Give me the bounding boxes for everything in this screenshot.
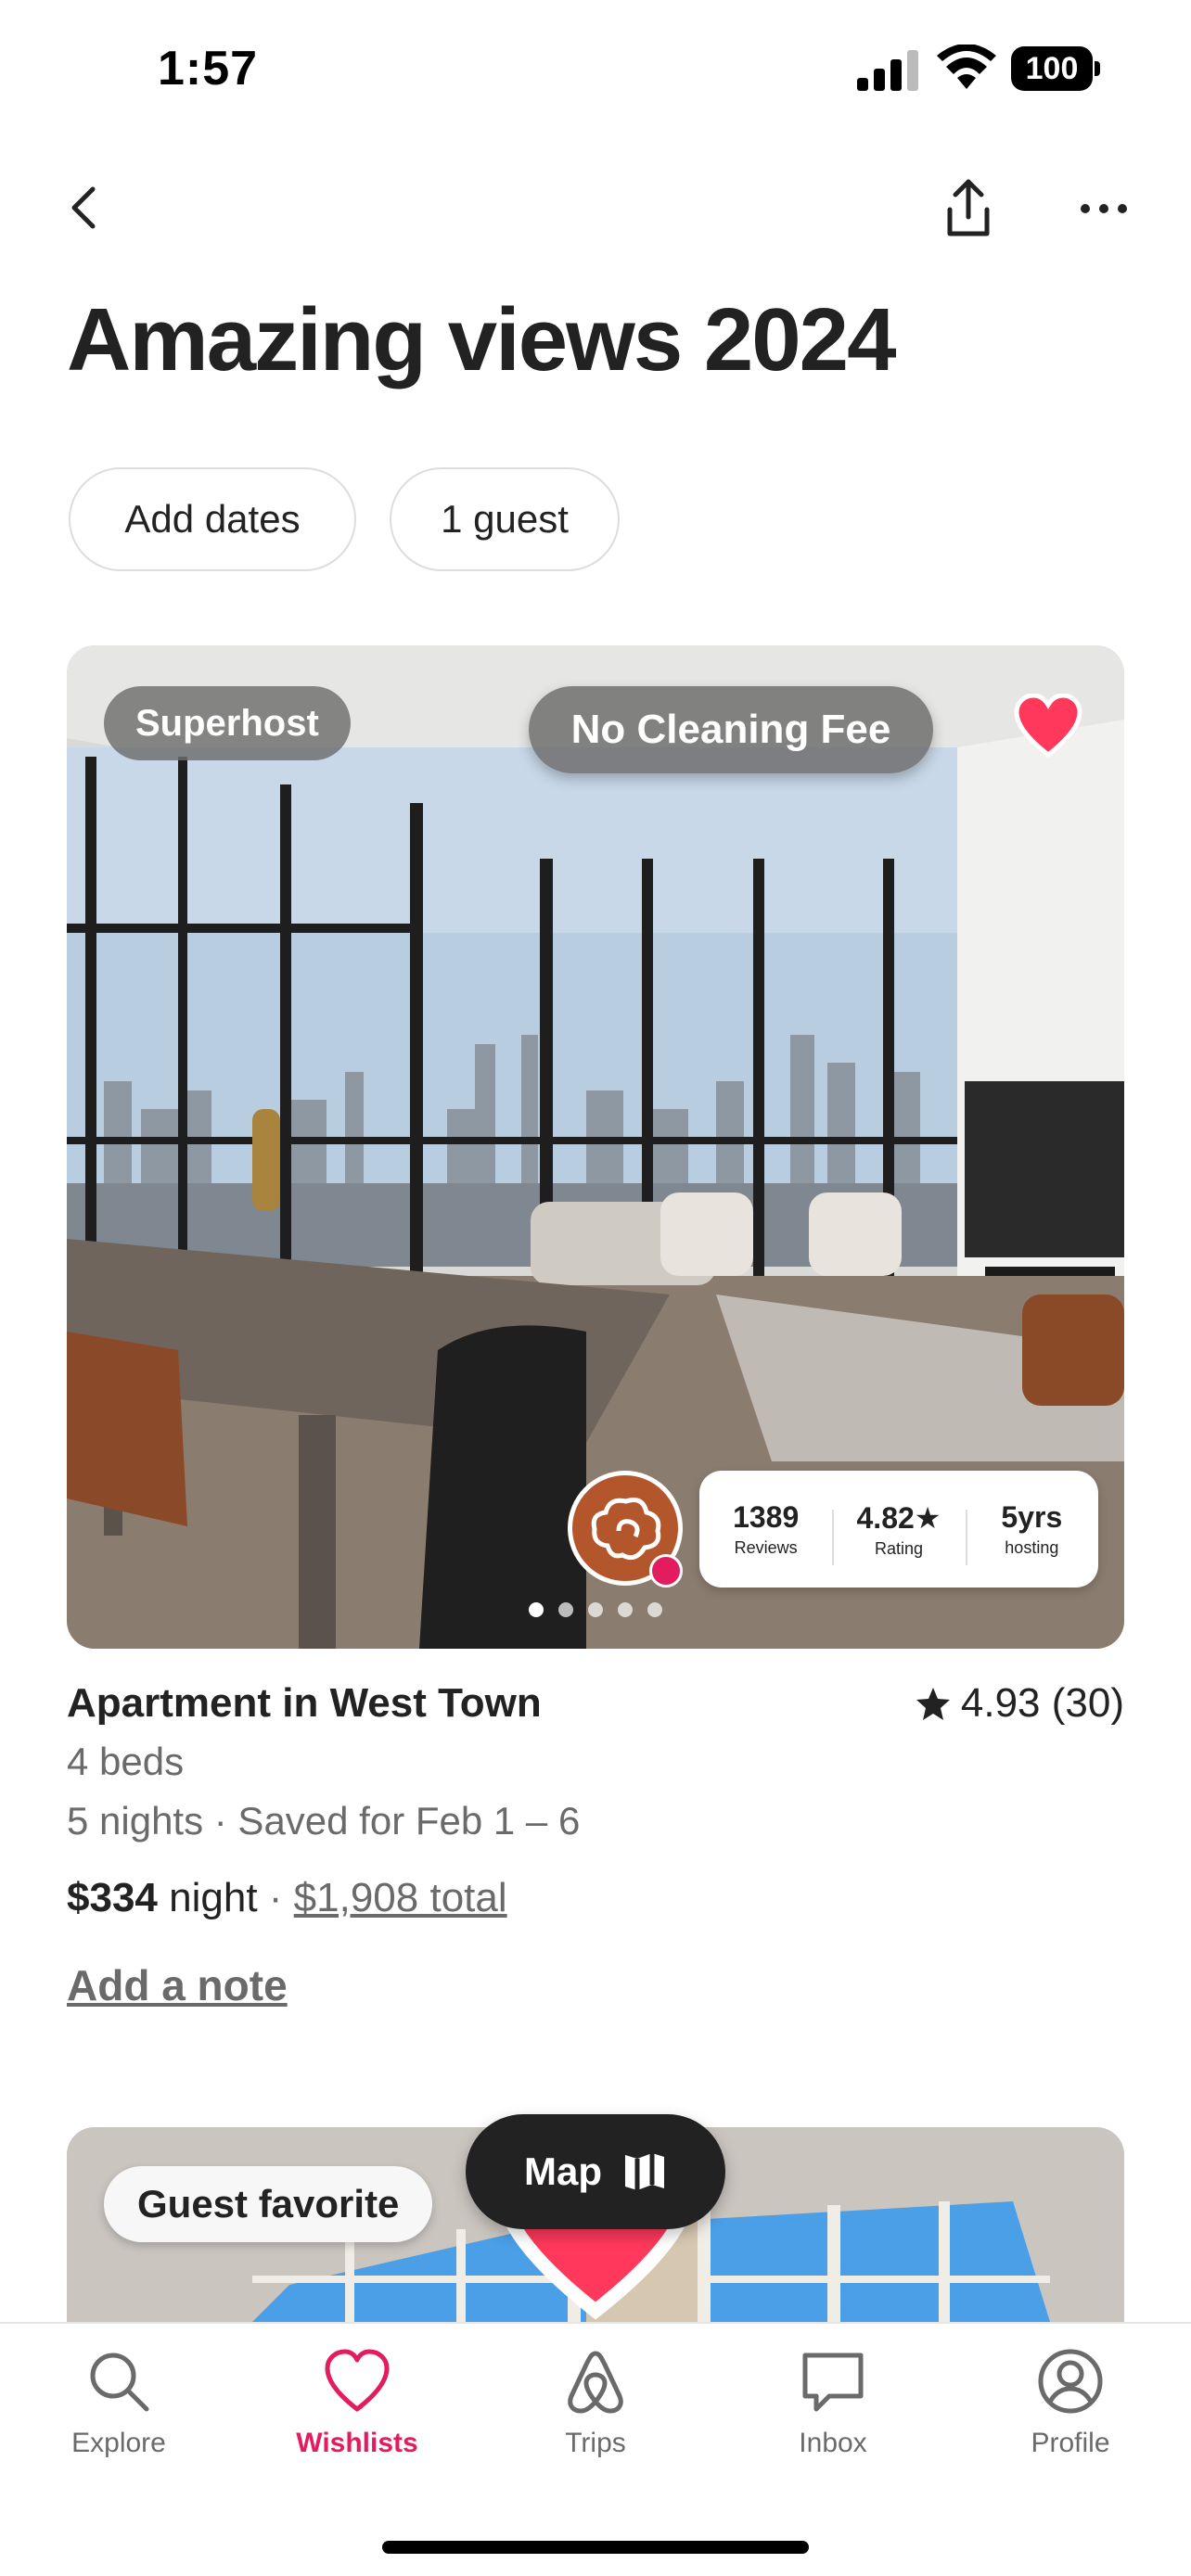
listing-rating: 4.93 (30) xyxy=(915,1680,1124,1727)
carousel-dots xyxy=(521,1600,670,1619)
airbnb-logo-icon xyxy=(568,2351,623,2414)
tab-trips[interactable]: Trips xyxy=(493,2346,698,2459)
tab-profile[interactable]: Profile xyxy=(968,2346,1172,2459)
price-separator: · xyxy=(268,1875,283,1920)
battery-cap xyxy=(1095,61,1100,76)
profile-icon xyxy=(1038,2349,1103,2414)
home-indicator xyxy=(382,2541,809,2554)
tab-label: Explore xyxy=(71,2428,166,2458)
price-unit: night xyxy=(169,1875,258,1920)
stat-value: 5yrs xyxy=(1001,1500,1063,1534)
tab-label: Inbox xyxy=(799,2428,867,2458)
wifi-icon xyxy=(937,45,996,89)
price-total-link[interactable]: $1,908 total xyxy=(294,1875,507,1920)
tab-bar: Explore Wishlists Trips Inbox Profile xyxy=(0,2322,1191,2576)
carousel-dot xyxy=(558,1602,573,1617)
stat-value: 4.82★ xyxy=(856,1500,941,1535)
heart-icon xyxy=(325,2349,390,2412)
listing-dates: 5 nights · Saved for Feb 1 – 6 xyxy=(67,1799,581,1843)
host-logo-icon xyxy=(591,1498,661,1561)
status-time: 1:57 xyxy=(158,42,259,96)
listing-beds: 4 beds xyxy=(67,1740,185,1783)
tab-inbox[interactable]: Inbox xyxy=(731,2346,935,2459)
tab-label: Wishlists xyxy=(296,2428,418,2458)
signal-icon xyxy=(857,50,918,91)
stat-label: hosting xyxy=(1005,1538,1059,1557)
stat-hosting: 5yrs hosting xyxy=(965,1500,1098,1565)
listing-price: $334 night · $1,908 total xyxy=(67,1875,507,1921)
map-button[interactable]: Map xyxy=(466,2114,725,2229)
host-stats-card: 1389 Reviews 4.82★ Rating 5yrs hosting xyxy=(699,1471,1098,1588)
search-icon xyxy=(90,2353,149,2412)
share-icon[interactable] xyxy=(939,176,998,241)
verified-badge-icon xyxy=(649,1554,683,1588)
rating-value: 4.93 (30) xyxy=(960,1680,1124,1726)
map-icon xyxy=(625,2153,664,2190)
page-title: Amazing views 2024 xyxy=(67,290,896,389)
stat-label: Rating xyxy=(874,1538,923,1558)
map-button-label: Map xyxy=(524,2149,602,2193)
price-amount: $334 xyxy=(67,1875,158,1920)
tab-explore[interactable]: Explore xyxy=(17,2346,221,2459)
heart-icon[interactable] xyxy=(1013,694,1083,759)
no-cleaning-fee-badge: No Cleaning Fee xyxy=(529,686,933,773)
more-dots-icon[interactable] xyxy=(1074,185,1133,232)
stat-rating: 4.82★ Rating xyxy=(832,1500,965,1565)
add-dates-button[interactable]: Add dates xyxy=(69,467,356,571)
chevron-left-icon[interactable] xyxy=(56,178,115,237)
tab-label: Profile xyxy=(1031,2428,1110,2458)
superhost-badge: Superhost xyxy=(104,686,351,760)
listing-photo-carousel[interactable]: Superhost No Cleaning Fee 1389 Reviews 4… xyxy=(67,645,1124,1649)
carousel-dot xyxy=(588,1602,603,1617)
message-icon xyxy=(802,2353,864,2412)
listing-title[interactable]: Apartment in West Town xyxy=(67,1680,542,1727)
carousel-dot xyxy=(529,1602,544,1617)
tab-label: Trips xyxy=(565,2428,626,2458)
carousel-dot xyxy=(647,1602,662,1617)
stat-value: 1389 xyxy=(733,1500,800,1534)
stat-reviews: 1389 Reviews xyxy=(699,1500,832,1558)
carousel-dot xyxy=(618,1602,633,1617)
guests-button[interactable]: 1 guest xyxy=(390,467,620,571)
add-note-link[interactable]: Add a note xyxy=(67,1960,288,2010)
stat-label: Reviews xyxy=(734,1538,798,1557)
star-icon xyxy=(916,1688,950,1720)
status-bar: 1:57 100 xyxy=(0,0,1191,139)
battery-level: 100 xyxy=(1011,46,1093,91)
battery-indicator: 100 xyxy=(1011,46,1100,91)
tab-wishlists[interactable]: Wishlists xyxy=(255,2346,459,2459)
